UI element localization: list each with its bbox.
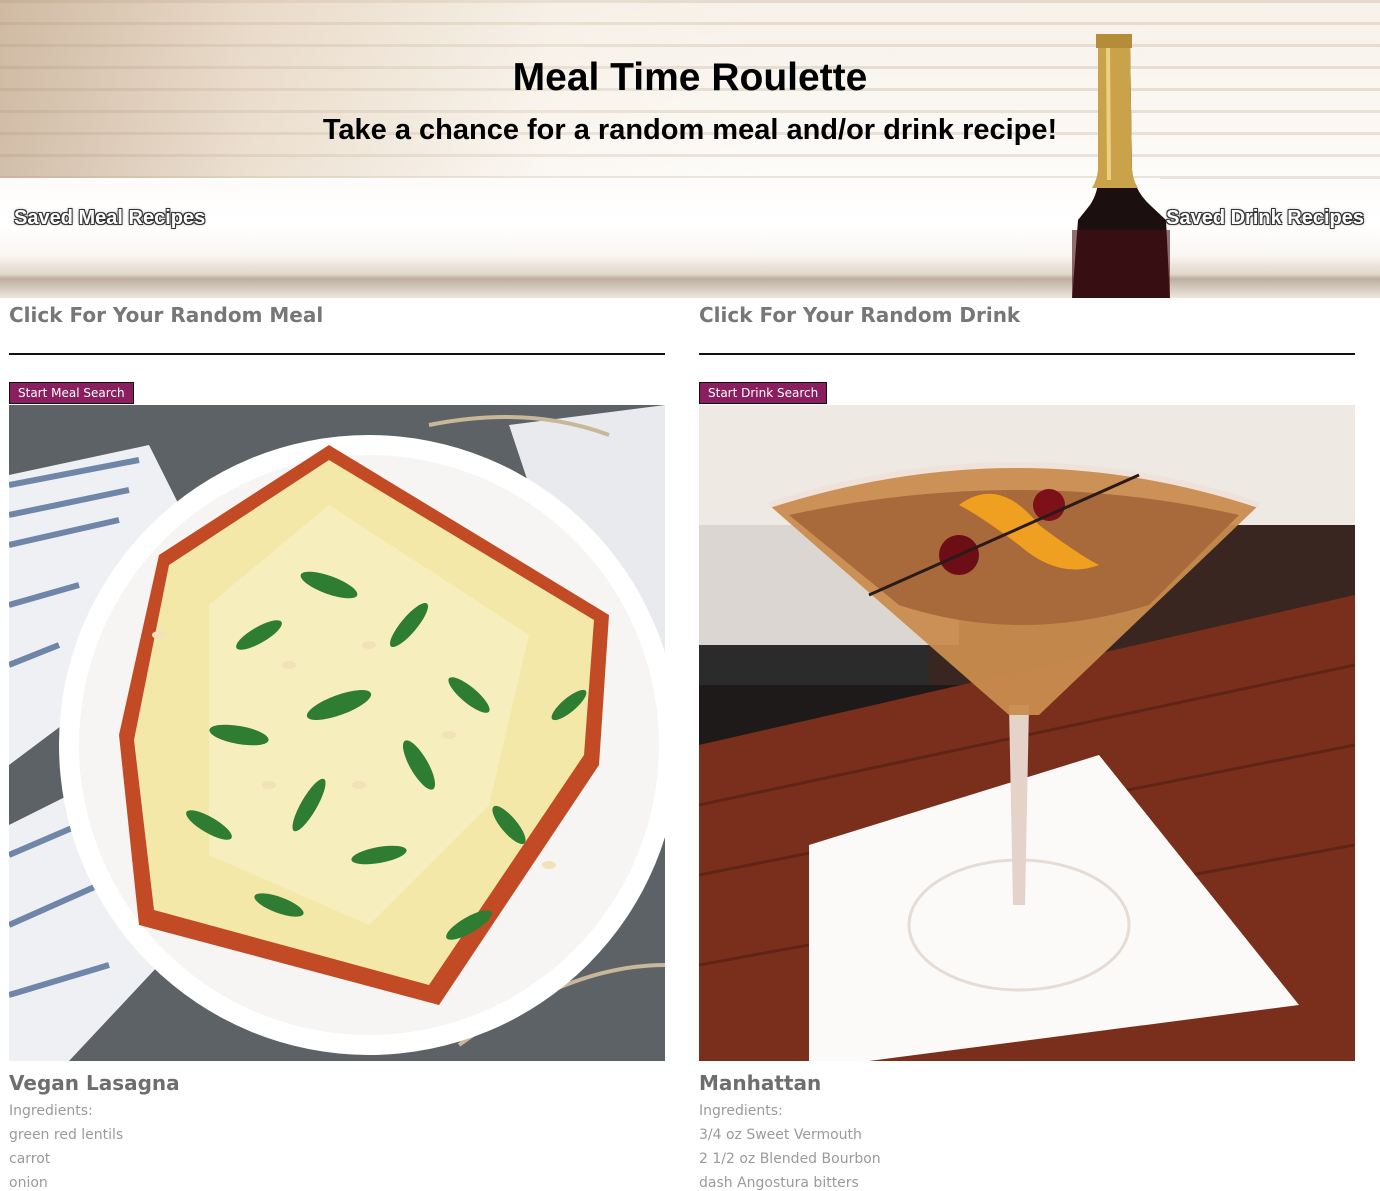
drink-section: Click For Your Random Drink Start Drink … xyxy=(699,298,1355,1191)
header-banner: Meal Time Roulette Take a chance for a r… xyxy=(0,0,1380,298)
meal-ingredient: onion xyxy=(9,1175,48,1191)
drink-photo xyxy=(699,405,1355,1061)
drink-ingredients-label: Ingredients: xyxy=(699,1103,783,1119)
start-meal-search-button[interactable]: Start Meal Search xyxy=(9,382,134,404)
meal-ingredient: green red lentils xyxy=(9,1127,124,1143)
meal-section: Click For Your Random Meal Start Meal Se… xyxy=(9,298,665,1191)
meal-divider xyxy=(9,353,665,355)
drink-name: Manhattan xyxy=(699,1071,822,1095)
meal-ingredient: carrot xyxy=(9,1151,51,1167)
meal-photo xyxy=(9,405,665,1061)
meal-heading: Click For Your Random Meal xyxy=(9,303,324,327)
meal-name: Vegan Lasagna xyxy=(9,1071,180,1095)
drink-ingredient: dash Angostura bitters xyxy=(699,1175,859,1191)
page-subtitle: Take a chance for a random meal and/or d… xyxy=(322,114,1058,146)
drink-divider xyxy=(699,353,1355,355)
drink-ingredient: 2 1/2 oz Blended Bourbon xyxy=(699,1151,881,1167)
drink-heading: Click For Your Random Drink xyxy=(699,303,1021,327)
page-title: Meal Time Roulette xyxy=(512,56,868,99)
saved-meal-recipes-link[interactable]: Saved Meal Recipes xyxy=(14,207,205,230)
drink-ingredient: 3/4 oz Sweet Vermouth xyxy=(699,1127,862,1143)
saved-drink-recipes-link[interactable]: Saved Drink Recipes xyxy=(1166,207,1364,230)
meal-ingredients-label: Ingredients: xyxy=(9,1103,93,1119)
header-divider xyxy=(0,178,1160,180)
start-drink-search-button[interactable]: Start Drink Search xyxy=(699,382,828,404)
